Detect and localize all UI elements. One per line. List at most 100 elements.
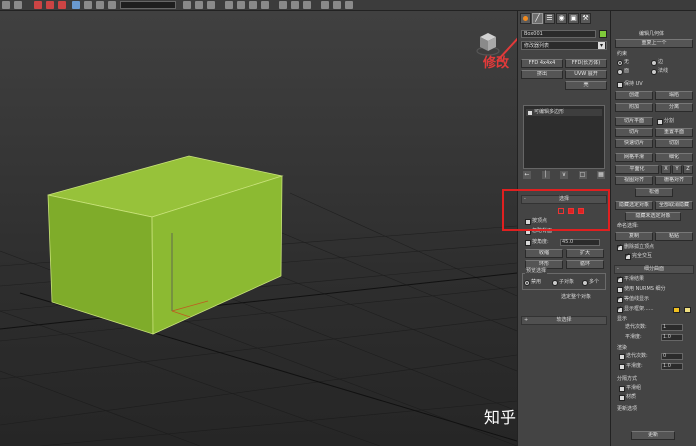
angle-spinner[interactable]: 45.0 — [560, 239, 600, 246]
redo-icon[interactable] — [14, 1, 22, 9]
constraint-normal-radio[interactable]: 法线 — [651, 68, 668, 75]
named-selection-icon[interactable] — [279, 1, 287, 9]
render-iterations-spinner[interactable]: 0 — [661, 353, 683, 360]
ffd-box-button[interactable]: FFD(长方体) — [565, 59, 607, 68]
undo-icon[interactable] — [2, 1, 10, 9]
configure-sets-icon[interactable]: ▦ — [597, 171, 605, 179]
spinner-snap-icon[interactable] — [261, 1, 269, 9]
extrude-button[interactable]: 挤出 — [521, 70, 563, 79]
unhide-all-button[interactable]: 全部取消隐藏 — [655, 201, 693, 210]
modifier-stack[interactable]: 可编辑多边形 — [523, 105, 605, 169]
repeat-last-button[interactable]: 重复上一个 — [615, 39, 693, 48]
meshsmooth-button[interactable]: 网格平滑 — [615, 153, 653, 162]
render-iterations-checkbox[interactable]: 迭代次数: — [619, 353, 648, 360]
loop-button[interactable]: 循环 — [566, 260, 604, 269]
tab-utilities[interactable]: ⚒ — [580, 13, 591, 24]
delete-isolated-checkbox[interactable]: 删除孤立顶点 — [617, 243, 654, 251]
tab-display[interactable]: ▣ — [568, 13, 579, 24]
pivot-icon[interactable] — [183, 1, 191, 9]
render-smoothness-spinner[interactable]: 1.0 — [661, 363, 683, 370]
show-cage-checkbox[interactable]: 显示框架...... — [617, 305, 654, 313]
tab-modify[interactable]: ╱ — [532, 13, 543, 24]
stack-item[interactable]: 可编辑多边形 — [526, 109, 602, 116]
align-icon[interactable] — [303, 1, 311, 9]
preview-disabled-radio[interactable]: 禁用 — [524, 279, 541, 286]
split-checkbox[interactable]: 分割 — [657, 118, 674, 125]
make-planar-z-button[interactable]: Z — [683, 165, 693, 174]
constraint-none-radio[interactable]: 无 — [617, 59, 629, 66]
constraint-face-radio[interactable]: 面 — [617, 68, 629, 75]
tab-create[interactable] — [520, 13, 531, 24]
preserve-uv-checkbox[interactable]: 保持 UV — [617, 81, 643, 88]
green-box-object[interactable] — [47, 155, 284, 335]
modifier-list-dropdown[interactable]: 修改器列表 ▾ — [521, 41, 607, 50]
selection-region-icon[interactable] — [96, 1, 104, 9]
object-name-field[interactable]: Box001 — [521, 30, 596, 38]
select-icon[interactable] — [72, 1, 80, 9]
soft-selection-rollout-header[interactable]: + 软选择 — [521, 316, 607, 325]
shell-button[interactable]: 壳 — [565, 81, 607, 90]
keyboard-shortcut-icon[interactable] — [207, 1, 215, 9]
grid-align-button[interactable]: 栅格对齐 — [655, 176, 693, 185]
uvw-unwrap-button[interactable]: UVW 展开 — [565, 70, 607, 79]
slice-button[interactable]: 切片 — [615, 128, 653, 137]
iterations-spinner[interactable]: 1 — [661, 324, 683, 331]
select-manipulate-icon[interactable] — [195, 1, 203, 9]
percent-snap-icon[interactable] — [249, 1, 257, 9]
perspective-viewport[interactable]: 修改 知乎 @毁灭还是复兴 — [0, 11, 633, 446]
unlink-icon[interactable] — [46, 1, 54, 9]
remove-modifier-icon[interactable]: □ — [578, 171, 587, 179]
create-button[interactable]: 创建 — [615, 91, 653, 100]
paste-button[interactable]: 粘贴 — [655, 232, 693, 241]
cage-color-swatch-1[interactable] — [673, 307, 680, 313]
grow-button[interactable]: 扩大 — [566, 249, 604, 258]
mirror-icon[interactable] — [291, 1, 299, 9]
subdivision-rollout-header[interactable]: - 细分曲面 — [614, 265, 694, 274]
tab-motion[interactable]: ◉ — [556, 13, 567, 24]
preview-subobject-radio[interactable]: 子对象 — [552, 279, 574, 286]
relax-button[interactable]: 松弛 — [635, 188, 673, 197]
copy-button[interactable]: 复制 — [615, 232, 653, 241]
make-planar-x-button[interactable]: X — [661, 165, 671, 174]
detach-button[interactable]: 分离 — [655, 103, 693, 112]
link-icon[interactable] — [34, 1, 42, 9]
smoothness-spinner[interactable]: 1.0 — [661, 334, 683, 341]
smooth-result-checkbox[interactable]: 平滑结果 — [617, 275, 644, 283]
bind-spacewarp-icon[interactable] — [58, 1, 66, 9]
make-planar-y-button[interactable]: Y — [672, 165, 682, 174]
shrink-button[interactable]: 收缩 — [525, 249, 563, 258]
collapse-button[interactable]: 塌陷 — [655, 91, 693, 100]
material-editor-icon[interactable] — [321, 1, 329, 9]
tessellate-button[interactable]: 细化 — [655, 153, 693, 162]
show-end-result-icon[interactable]: │ — [541, 171, 550, 179]
snap-icon[interactable] — [225, 1, 233, 9]
render-icon[interactable] — [345, 1, 353, 9]
render-smoothness-checkbox[interactable]: 平滑度: — [619, 363, 643, 370]
tab-hierarchy[interactable]: ☰ — [544, 13, 555, 24]
cut-button[interactable]: 切割 — [655, 139, 693, 148]
select-by-name-icon[interactable] — [84, 1, 92, 9]
make-planar-button[interactable]: 平面化 — [615, 165, 659, 174]
materials-checkbox[interactable]: 材质 — [619, 394, 636, 401]
by-angle-checkbox[interactable]: 按角度: — [525, 239, 549, 246]
slice-plane-button[interactable]: 切片平面 — [615, 117, 653, 126]
preview-multi-radio[interactable]: 多个 — [582, 279, 599, 286]
isoline-display-checkbox[interactable]: 等值线显示 — [617, 295, 649, 303]
quickslice-button[interactable]: 快速切片 — [615, 139, 653, 148]
smoothing-groups-checkbox[interactable]: 平滑组 — [619, 385, 641, 392]
update-button[interactable]: 更新 — [631, 431, 675, 440]
hide-unselected-button[interactable]: 隐藏未选定对象 — [625, 212, 681, 221]
full-interactivity-checkbox[interactable]: 完全交互 — [625, 252, 652, 260]
attach-button[interactable]: 附加 — [615, 103, 653, 112]
constraint-edge-radio[interactable]: 边 — [651, 59, 663, 66]
reference-coord-field[interactable] — [120, 1, 176, 9]
pin-stack-icon[interactable]: ← — [523, 171, 531, 179]
view-align-button[interactable]: 视图对齐 — [615, 176, 653, 185]
angle-snap-icon[interactable] — [237, 1, 245, 9]
make-unique-icon[interactable]: ∨ — [560, 171, 568, 179]
use-nurms-checkbox[interactable]: 使用 NURMS 细分 — [617, 286, 666, 293]
ffd-444-button[interactable]: FFD 4x4x4 — [521, 59, 563, 68]
hide-selected-button[interactable]: 隐藏选定对象 — [615, 201, 653, 210]
reset-plane-button[interactable]: 重置平面 — [655, 128, 693, 137]
window-crossing-icon[interactable] — [108, 1, 116, 9]
